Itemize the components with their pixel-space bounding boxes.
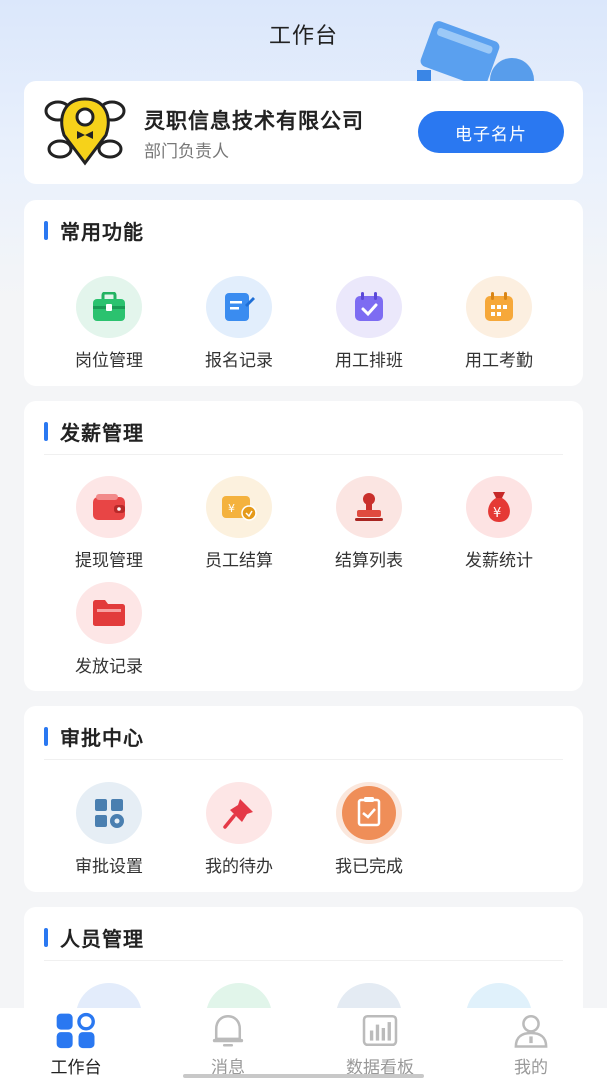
- business-card-button[interactable]: 电子名片: [418, 111, 564, 153]
- item-label: 员工结算: [205, 551, 273, 571]
- clipboard-check-icon: [336, 782, 402, 844]
- item-label: 发放记录: [75, 657, 143, 677]
- bar-chart-icon: [362, 1014, 398, 1047]
- company-card: 灵职信息技术有限公司 部门负责人 电子名片: [24, 81, 583, 184]
- grid-item-settlement-list[interactable]: 结算列表: [314, 476, 424, 571]
- grid-item-payment-records[interactable]: 发放记录: [54, 582, 164, 677]
- grid-item-job-management[interactable]: 岗位管理: [54, 276, 164, 371]
- section-common: 常用功能 岗位管理 报名记录 用工排班 用工考勤: [24, 200, 583, 386]
- briefcase-icon: [76, 276, 142, 338]
- wallet-icon: [76, 476, 142, 538]
- payment-card-icon: ¥: [206, 476, 272, 538]
- item-label: 我的待办: [205, 857, 273, 877]
- tab-messages[interactable]: 消息: [168, 1012, 288, 1078]
- bell-icon: [212, 1014, 244, 1047]
- money-bag-icon: ¥: [466, 476, 532, 538]
- section-accent-bar: [44, 726, 48, 746]
- section-approval: 审批中心 审批设置 我的待办 我已完成: [24, 706, 583, 892]
- pin-icon: [206, 782, 272, 844]
- grid-item-employee-settlement[interactable]: ¥ 员工结算: [184, 476, 294, 571]
- section-title-text: 人员管理: [60, 926, 144, 951]
- section-accent-bar: [44, 927, 48, 947]
- tab-label: 工作台: [50, 1058, 102, 1078]
- tab-workbench[interactable]: 工作台: [16, 1012, 136, 1078]
- item-label: 我已完成: [335, 857, 403, 877]
- item-label: 提现管理: [75, 551, 143, 571]
- grid-item-payroll-stats[interactable]: ¥ 发薪统计: [444, 476, 554, 571]
- section-divider: [44, 960, 563, 961]
- section-title-text: 审批中心: [60, 725, 144, 750]
- company-name: 灵职信息技术有限公司: [144, 109, 364, 133]
- grid-settings-icon: [76, 782, 142, 844]
- section-divider: [44, 454, 563, 455]
- tab-data-board[interactable]: 数据看板: [320, 1012, 440, 1078]
- home-indicator: [183, 1074, 424, 1078]
- section-accent-bar: [44, 421, 48, 441]
- section-title-text: 常用功能: [60, 219, 144, 244]
- bottom-tab-bar: 工作台 消息 数据看板 我的: [0, 1008, 607, 1080]
- calendar-grid-icon: [466, 276, 532, 338]
- item-label: 用工排班: [335, 351, 403, 371]
- grid-item-approval-settings[interactable]: 审批设置: [54, 782, 164, 877]
- section-title: 常用功能: [44, 218, 144, 244]
- tab-profile[interactable]: 我的: [471, 1012, 591, 1078]
- section-accent-bar: [44, 220, 48, 240]
- grid-item-shift-scheduling[interactable]: 用工排班: [314, 276, 424, 371]
- svg-text:¥: ¥: [493, 506, 501, 521]
- folder-icon: [76, 582, 142, 644]
- section-payroll: 发薪管理 提现管理 ¥ 员工结算 结算列表 ¥ 发薪统计 发放记录: [24, 401, 583, 691]
- section-title: 人员管理: [44, 925, 144, 951]
- workbench-icon: [56, 1012, 95, 1049]
- calendar-check-icon: [336, 276, 402, 338]
- item-label: 报名记录: [205, 351, 273, 371]
- section-title: 发薪管理: [44, 419, 144, 445]
- section-title-text: 发薪管理: [60, 420, 144, 445]
- grid-item-completed[interactable]: 我已完成: [314, 782, 424, 877]
- stamp-icon: [336, 476, 402, 538]
- edit-form-icon: [206, 276, 272, 338]
- svg-text:¥: ¥: [228, 502, 235, 515]
- item-label: 用工考勤: [465, 351, 533, 371]
- grid-item-signup-records[interactable]: 报名记录: [184, 276, 294, 371]
- page-title: 工作台: [268, 24, 338, 49]
- section-divider: [44, 759, 563, 760]
- bee-mascot-logo: [44, 97, 126, 166]
- tab-label: 我的: [514, 1058, 548, 1078]
- item-label: 结算列表: [335, 551, 403, 571]
- item-label: 审批设置: [75, 857, 143, 877]
- grid-item-my-todos[interactable]: 我的待办: [184, 782, 294, 877]
- grid-item-withdrawal[interactable]: 提现管理: [54, 476, 164, 571]
- item-label: 发薪统计: [465, 551, 533, 571]
- item-label: 岗位管理: [75, 351, 143, 371]
- grid-item-attendance[interactable]: 用工考勤: [444, 276, 554, 371]
- user-icon: [514, 1014, 548, 1048]
- section-title: 审批中心: [44, 724, 144, 750]
- company-role: 部门负责人: [144, 142, 229, 162]
